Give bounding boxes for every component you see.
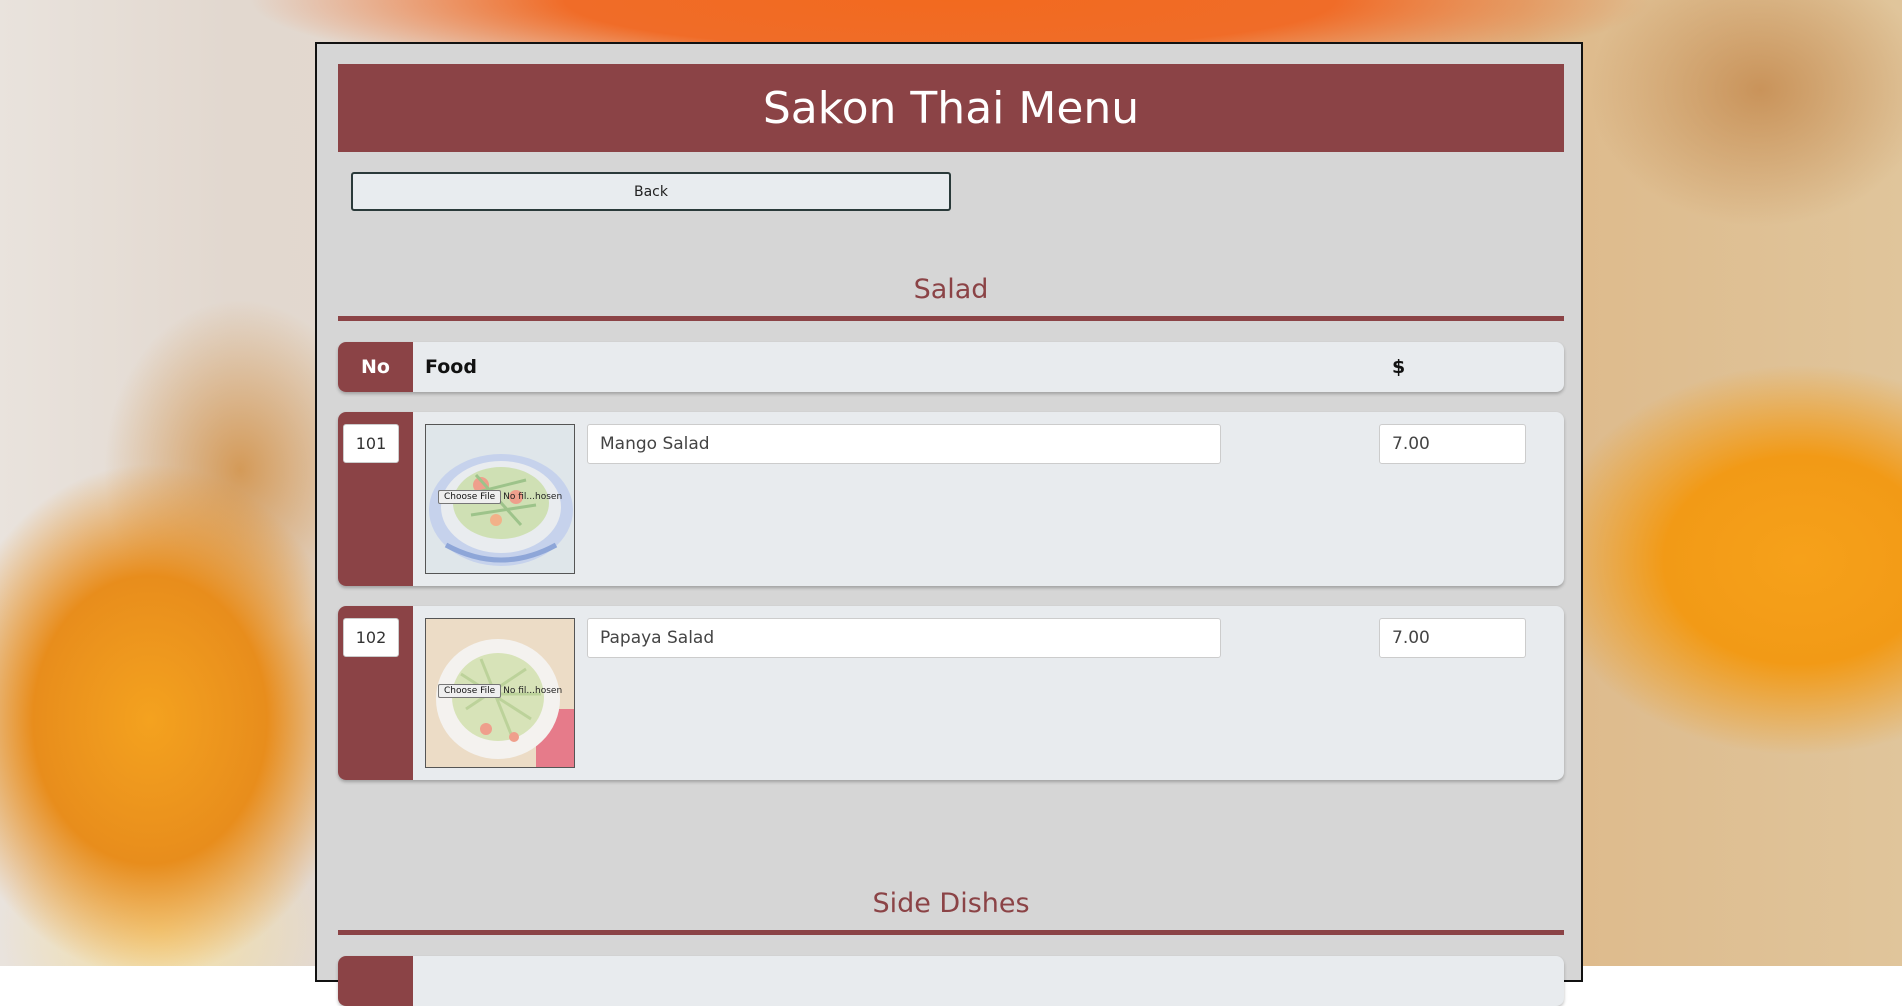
menu-item-row: 102 Choose File No fil...hosen Papaya Sa… (338, 606, 1564, 780)
file-upload-control: Choose File No fil...hosen (438, 684, 562, 698)
section-title-side-dishes: Side Dishes (872, 888, 1030, 919)
section-divider (338, 930, 1564, 935)
table-header (338, 956, 1564, 1006)
file-status-text: No fil...hosen (503, 686, 563, 696)
header-food: Food (425, 356, 477, 378)
file-upload-control: Choose File No fil...hosen (438, 490, 562, 504)
price-input[interactable]: 7.00 (1379, 618, 1526, 658)
item-number-field[interactable]: 102 (343, 618, 399, 657)
choose-file-button[interactable]: Choose File (438, 684, 502, 698)
food-image-mango-salad: Choose File No fil...hosen (425, 424, 575, 574)
back-button[interactable]: Back (351, 172, 951, 211)
choose-file-button[interactable]: Choose File (438, 490, 502, 504)
header-price: $ (1392, 356, 1406, 378)
food-name-input[interactable]: Mango Salad (587, 424, 1221, 464)
food-name-input[interactable]: Papaya Salad (587, 618, 1221, 658)
section-title-salad: Salad (913, 274, 989, 305)
item-number-field[interactable]: 101 (343, 424, 399, 463)
menu-panel: Sakon Thai Menu Back Salad No Food $ 101 (315, 42, 1583, 1006)
page-title: Sakon Thai Menu (338, 64, 1564, 152)
header-no: No (338, 342, 413, 392)
table-header: No Food $ (338, 342, 1564, 392)
file-status-text: No fil...hosen (503, 492, 563, 502)
header-no (338, 956, 413, 1006)
price-input[interactable]: 7.00 (1379, 424, 1526, 464)
section-divider (338, 316, 1564, 321)
food-image-papaya-salad: Choose File No fil...hosen (425, 618, 575, 768)
menu-item-row: 101 Choose File No fil...hosen Mango Sal… (338, 412, 1564, 586)
